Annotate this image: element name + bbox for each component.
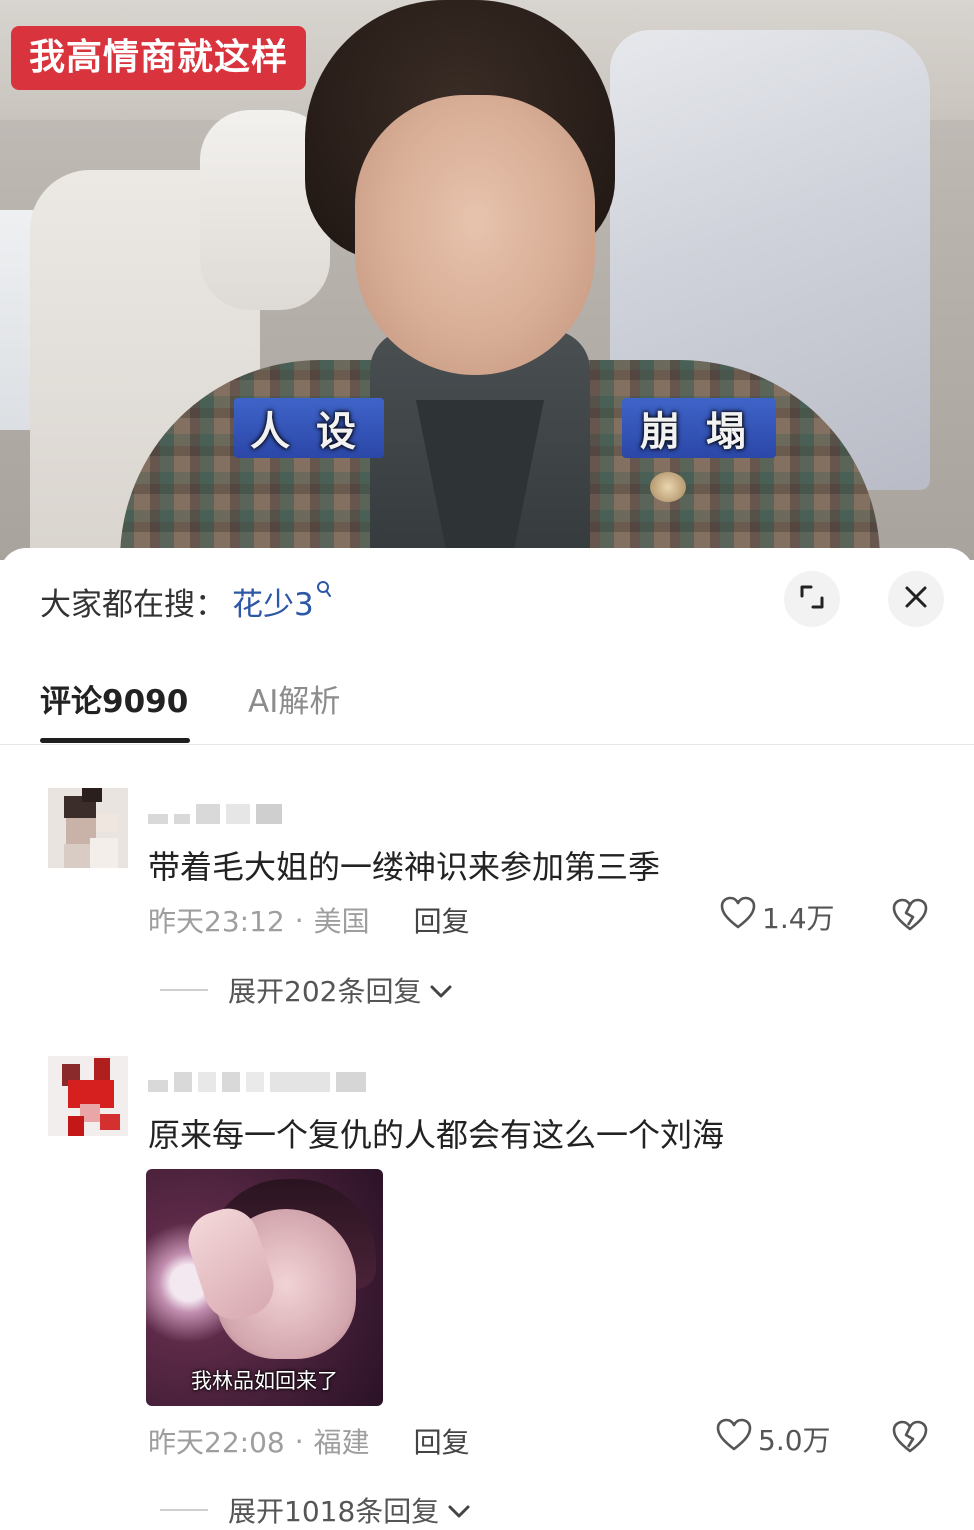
like-button[interactable]: 5.0万 [716, 1418, 831, 1459]
comment-text: 带着毛大姐的一缕神识来参加第三季 [148, 848, 661, 886]
comment-location: 美国 [313, 905, 370, 938]
like-button[interactable]: 1.4万 [720, 896, 835, 937]
video-player[interactable]: 我高情商就这样 人设 崩塌 [0, 0, 974, 560]
expand-icon [798, 583, 826, 615]
divider-line [160, 1509, 208, 1511]
person-face [355, 95, 595, 375]
comment-text: 原来每一个复仇的人都会有这么一个刘海 [148, 1116, 725, 1154]
chevron-down-icon [447, 1494, 471, 1527]
trending-search-prefix: 大家都在搜： [40, 586, 226, 623]
comment-tabs: 评论9090 AI解析 [0, 668, 974, 745]
trending-search-term[interactable]: 花少3 [232, 579, 314, 624]
tab-ai-analysis[interactable]: AI解析 [248, 676, 340, 721]
heart-icon [716, 1418, 752, 1459]
expand-replies-button[interactable]: 展开1018条回复 [160, 1490, 471, 1530]
close-button[interactable] [888, 571, 944, 627]
reply-button[interactable]: 回复 [414, 1421, 470, 1461]
avatar[interactable] [48, 788, 128, 868]
coat-button [650, 472, 686, 502]
divider-line [160, 989, 208, 991]
tab-comments[interactable]: 评论9090 [40, 676, 188, 721]
comment-meta: 昨天22:08 · 福建 回复 [148, 1421, 470, 1461]
like-count: 5.0万 [758, 1423, 831, 1457]
overlay-text-left: 人设 [234, 398, 384, 458]
dislike-button[interactable] [892, 1420, 928, 1458]
meta-separator: · [294, 903, 304, 937]
magnifier-icon [316, 579, 332, 603]
comment-location: 福建 [313, 1426, 370, 1459]
comment-meta: 昨天23:12 · 美国 回复 [148, 900, 470, 940]
active-tab-indicator [40, 738, 190, 743]
video-caption-tag: 我高情商就这样 [11, 26, 307, 90]
broken-heart-icon [892, 1420, 928, 1458]
username-blurred[interactable] [148, 802, 282, 826]
heart-icon [720, 896, 756, 937]
expand-button[interactable] [784, 571, 840, 627]
expand-replies-label: 展开1018条回复 [228, 1495, 440, 1528]
trending-search[interactable]: 大家都在搜： 花少3 [40, 579, 332, 624]
comments-panel: 大家都在搜： 花少3 评论9090 AI解析 带着毛大姐的一缕神识来参加第三季 … [0, 548, 974, 1529]
chevron-down-icon [429, 974, 453, 1007]
avatar[interactable] [48, 1056, 128, 1136]
comment-time: 昨天22:08 [148, 1426, 285, 1459]
reply-button[interactable]: 回复 [414, 900, 470, 940]
close-icon [904, 585, 928, 613]
meme-caption: 我林品如回来了 [191, 1369, 338, 1393]
meta-separator: · [294, 1424, 304, 1458]
expand-replies-label: 展开202条回复 [228, 975, 422, 1008]
dislike-button[interactable] [892, 898, 928, 936]
overlay-text-right: 崩塌 [622, 398, 776, 458]
username-blurred[interactable] [148, 1070, 366, 1094]
expand-replies-button[interactable]: 展开202条回复 [160, 970, 453, 1010]
broken-heart-icon [892, 898, 928, 936]
comment-image[interactable]: 我林品如回来了 [146, 1169, 383, 1406]
comment-time: 昨天23:12 [148, 905, 285, 938]
like-count: 1.4万 [762, 901, 835, 935]
